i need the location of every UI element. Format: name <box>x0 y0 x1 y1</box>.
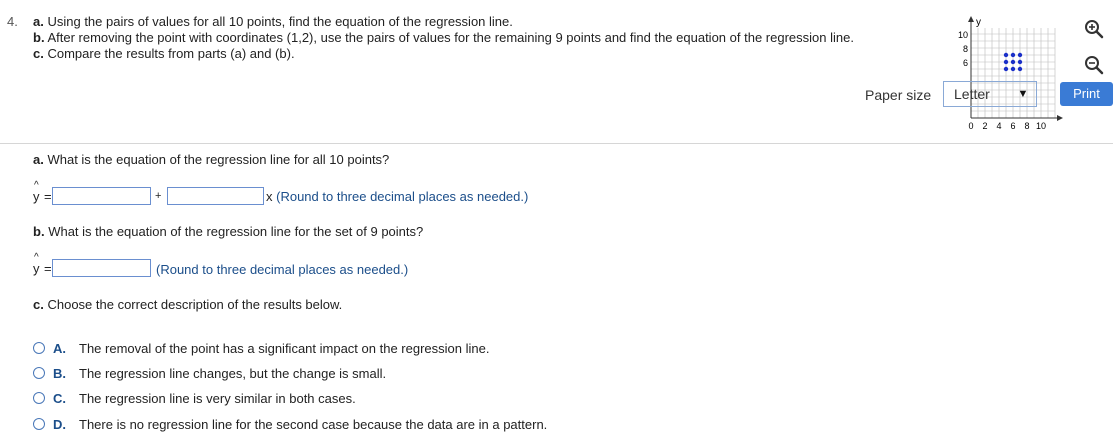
part-c-text: Choose the correct description of the re… <box>47 297 343 312</box>
part-b-text: What is the equation of the regression l… <box>48 224 424 239</box>
option-c[interactable]: C. The regression line is very similar i… <box>33 389 356 407</box>
part-b-label: b. <box>33 224 45 239</box>
yhat-letter: y <box>33 261 40 276</box>
option-letter: D. <box>53 416 66 432</box>
x-suffix: x <box>266 189 273 204</box>
x-tick-label: 2 <box>982 121 987 131</box>
paper-size-select[interactable]: Letter ▼ <box>943 81 1037 107</box>
x-tick-label: 6 <box>1010 121 1015 131</box>
x-tick-label: 4 <box>996 121 1001 131</box>
y-tick-label: 6 <box>963 58 968 68</box>
yhat-letter: y <box>33 189 40 204</box>
equals-sign: = <box>44 261 52 276</box>
print-button[interactable]: Print <box>1060 82 1113 106</box>
option-a[interactable]: A. The removal of the point has a signif… <box>33 339 489 357</box>
hat-symbol: ^ <box>34 180 39 191</box>
x-tick-label: 8 <box>1024 121 1029 131</box>
y-axis-label: y <box>976 17 981 28</box>
x-tick-label: 0 <box>968 121 973 131</box>
scatter-plot-thumbnail[interactable]: y 10 8 6 0 2 4 6 8 10 <box>955 14 1065 132</box>
part-a-yhat: ^ y = <box>33 180 52 204</box>
radio-button[interactable] <box>33 418 45 430</box>
option-text: The regression line is very similar in b… <box>79 390 356 406</box>
zoom-in-icon[interactable] <box>1083 18 1105 40</box>
radio-button[interactable] <box>33 392 45 404</box>
prompt-c-label: c. <box>33 46 44 61</box>
part-b-yhat: ^ y = <box>33 252 52 276</box>
option-letter: B. <box>53 365 66 381</box>
prompt-a-label: a. <box>33 14 44 29</box>
prompt-a-text: Using the pairs of values for all 10 poi… <box>47 14 513 29</box>
radio-button[interactable] <box>33 342 45 354</box>
part-c-label: c. <box>33 297 44 312</box>
x-axis-arrow <box>1057 115 1063 121</box>
prompt-b-text: After removing the point with coordinate… <box>47 30 854 45</box>
rounding-hint: (Round to three decimal places as needed… <box>156 262 409 277</box>
part-a-label: a. <box>33 152 44 167</box>
x-tick-label: 10 <box>1036 121 1046 131</box>
part-b-question: b. What is the equation of the regressio… <box>33 224 423 239</box>
option-letter: A. <box>53 340 66 356</box>
paper-size-value: Letter <box>954 86 990 102</box>
prompt-b-label: b. <box>33 30 45 45</box>
plus-sign: + <box>155 190 162 202</box>
question-number: 4. <box>7 14 18 29</box>
intercept-input[interactable] <box>52 187 151 205</box>
hat-symbol: ^ <box>34 252 39 263</box>
paper-size-label: Paper size <box>865 87 932 103</box>
y-tick-label: 8 <box>963 44 968 54</box>
question-prompt: a. Using the pairs of values for all 10 … <box>33 14 854 62</box>
radio-button[interactable] <box>33 367 45 379</box>
equals-sign: = <box>44 189 52 204</box>
y-tick-label: 10 <box>958 30 968 40</box>
option-text: The removal of the point has a significa… <box>79 340 490 356</box>
scatter-points <box>1003 52 1023 72</box>
option-letter: C. <box>53 390 66 406</box>
regression-9-input[interactable] <box>52 259 151 277</box>
part-a-question: a. What is the equation of the regressio… <box>33 152 389 167</box>
slope-input[interactable] <box>167 187 264 205</box>
part-a-hint: x (Round to three decimal places as need… <box>266 189 528 204</box>
part-a-text: What is the equation of the regression l… <box>47 152 390 167</box>
dropdown-arrow-icon[interactable]: ▼ <box>1010 88 1036 100</box>
option-b[interactable]: B. The regression line changes, but the … <box>33 364 386 382</box>
option-d[interactable]: D. There is no regression line for the s… <box>33 415 547 433</box>
prompt-c-text: Compare the results from parts (a) and (… <box>47 46 295 61</box>
option-text: There is no regression line for the seco… <box>79 416 548 432</box>
y-axis-arrow <box>968 16 974 22</box>
zoom-out-icon[interactable] <box>1083 54 1105 76</box>
rounding-hint: (Round to three decimal places as needed… <box>276 189 529 204</box>
part-c-question: c. Choose the correct description of the… <box>33 297 342 312</box>
option-text: The regression line changes, but the cha… <box>79 365 387 381</box>
section-divider <box>0 143 1113 144</box>
